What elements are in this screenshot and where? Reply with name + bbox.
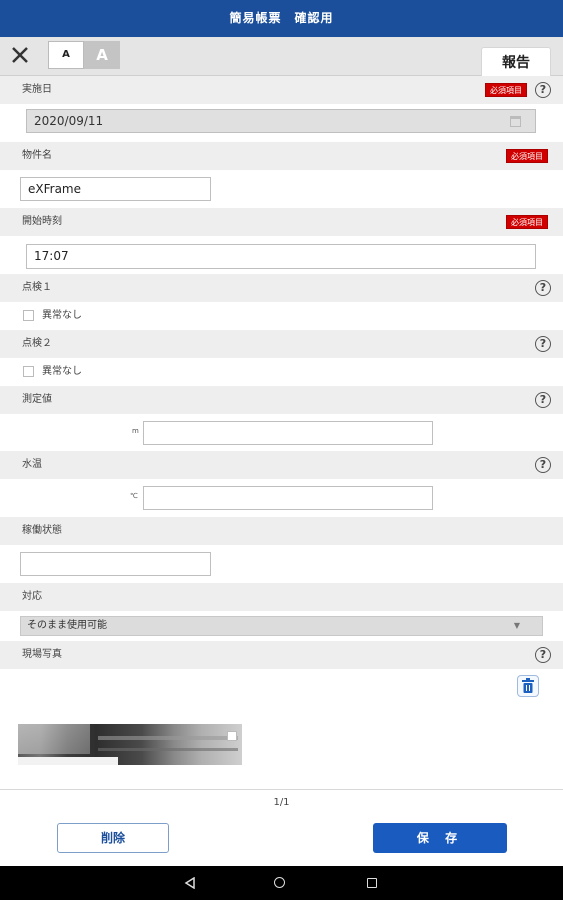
water-temp-label-row: 水温 ? [0,451,563,479]
recent-apps-icon[interactable] [367,878,377,888]
photo-layer [18,757,118,765]
help-icon[interactable]: ? [535,82,551,98]
operation-status-label-row: 稼働状態 [0,517,563,545]
page-indicator: 1/1 [273,797,290,808]
photo-layer [98,736,238,740]
start-time-label-row: 開始時刻 必須項目 [0,208,563,236]
back-icon[interactable] [184,877,196,889]
check1-option-label: 異常なし [42,310,82,321]
help-icon[interactable]: ? [535,336,551,352]
property-name-input[interactable]: eXFrame [20,177,211,201]
system-nav-bar [0,866,563,900]
save-button[interactable]: 保 存 [373,823,507,853]
site-photo-label: 現場写真 [22,649,62,660]
operation-status-input[interactable] [20,552,211,576]
tab-report[interactable]: 報告 [481,47,551,77]
check1-label-row: 点検１ ? [0,274,563,302]
font-size-toggle: A A [48,41,120,69]
response-label: 対応 [22,591,42,602]
photo-select-checkbox[interactable] [227,731,237,741]
help-icon[interactable]: ? [535,457,551,473]
photo-layer [18,724,90,754]
chevron-down-icon: ▼ [513,621,520,630]
water-temp-row: ℃ [0,479,563,517]
response-selected-value: そのまま使用可能 [27,620,107,631]
check1-option-row: 異常なし [0,302,563,330]
help-icon[interactable]: ? [535,392,551,408]
property-name-label-row: 物件名 必須項目 [0,142,563,170]
close-icon[interactable] [8,43,32,67]
measurement-label-row: 測定値 ? [0,386,563,414]
response-label-row: 対応 [0,583,563,611]
check1-checkbox[interactable] [23,310,34,321]
font-small-button[interactable]: A [48,41,84,69]
operation-status-label: 稼働状態 [22,525,62,536]
operation-status-row [0,545,563,583]
start-time-label: 開始時刻 [22,216,62,227]
home-icon[interactable] [274,877,285,888]
toolbar: A A 報告 [0,37,563,77]
inspection-date-label-row: 実施日 必須項目 ? [0,76,563,104]
divider [0,789,563,790]
site-photo-actions-row [0,669,563,709]
help-icon[interactable]: ? [535,280,551,296]
start-time-input[interactable]: 17:07 [26,244,536,269]
check2-option-label: 異常なし [42,366,82,377]
photo-layer [98,748,238,751]
calendar-icon [510,116,521,127]
check2-label: 点検２ [22,338,52,349]
check2-option-row: 異常なし [0,358,563,386]
water-temp-unit: ℃ [130,492,138,500]
start-time-row: 17:07 [0,236,563,274]
required-badge: 必須項目 [506,215,548,229]
trash-icon[interactable] [517,675,539,697]
check1-label: 点検１ [22,282,52,293]
measurement-label: 測定値 [22,394,52,405]
required-badge: 必須項目 [485,83,527,97]
inspection-date-label: 実施日 [22,84,52,95]
inspection-date-input[interactable]: 2020/09/11 [26,109,536,133]
response-select[interactable]: そのまま使用可能 ▼ [20,616,543,636]
water-temp-label: 水温 [22,459,42,470]
response-row: そのまま使用可能 ▼ [0,611,563,641]
measurement-unit: m [132,427,139,435]
inspection-date-row: 2020/09/11 [0,104,563,142]
delete-button[interactable]: 削除 [57,823,169,853]
report-form: 実施日 必須項目 ? 2020/09/11 物件名 必須項目 eXFrame 開… [0,76,563,709]
font-large-button[interactable]: A [84,41,120,69]
inspection-date-value: 2020/09/11 [34,114,104,128]
app-title: 簡易帳票 確認用 [0,0,563,37]
property-name-label: 物件名 [22,150,52,161]
help-icon[interactable]: ? [535,647,551,663]
water-temp-input[interactable] [143,486,433,510]
required-badge: 必須項目 [506,149,548,163]
check2-checkbox[interactable] [23,366,34,377]
check2-label-row: 点検２ ? [0,330,563,358]
site-photo-label-row: 現場写真 ? [0,641,563,669]
measurement-input[interactable] [143,421,433,445]
property-name-row: eXFrame [0,170,563,208]
site-photo-thumbnail[interactable] [18,724,242,765]
measurement-row: m [0,414,563,451]
